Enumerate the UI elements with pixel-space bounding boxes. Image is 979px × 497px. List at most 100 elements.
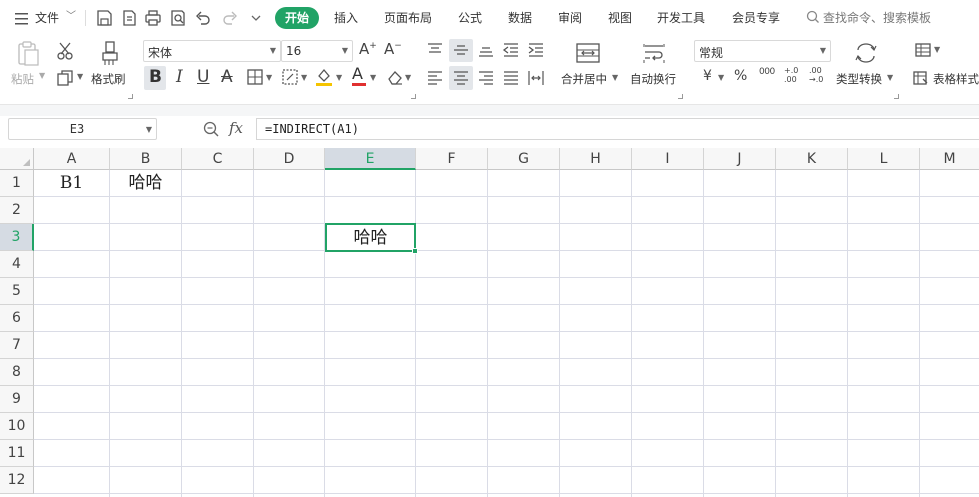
strikethrough-button[interactable]: A (221, 67, 233, 87)
bold-button[interactable]: B (149, 67, 162, 87)
clear-format-icon[interactable] (386, 68, 404, 89)
row-header-9[interactable]: 9 (0, 386, 34, 413)
format-painter-label[interactable]: 格式刷 (91, 71, 126, 87)
wrap-text-icon[interactable] (642, 42, 666, 67)
column-header-e[interactable]: E (325, 148, 416, 170)
merge-center-label[interactable]: 合并居中 (561, 71, 607, 87)
column-header-l[interactable]: L (848, 148, 920, 170)
column-header-h[interactable]: H (560, 148, 632, 170)
align-left-icon[interactable] (426, 70, 444, 89)
chevron-down-icon[interactable]: ▼ (266, 73, 272, 82)
column-header-m[interactable]: M (920, 148, 979, 170)
paste-icon[interactable] (15, 40, 41, 71)
chevron-down-icon[interactable]: ▼ (77, 72, 83, 81)
tab-member[interactable]: 会员专享 (732, 9, 780, 27)
percent-button[interactable]: % (734, 68, 747, 84)
chevron-down-icon[interactable]: ▼ (934, 45, 940, 54)
row-header-4[interactable]: 4 (0, 251, 34, 278)
zoom-search-icon[interactable] (202, 120, 220, 141)
chevron-down-icon[interactable]: ▼ (405, 73, 411, 82)
italic-button[interactable]: I (176, 67, 183, 87)
number-dialog-launcher[interactable] (894, 94, 899, 99)
column-header-a[interactable]: A (34, 148, 110, 170)
shrink-font-icon[interactable]: A− (384, 40, 404, 60)
cell-a1[interactable]: B1 (34, 170, 109, 197)
table-style-icon[interactable] (913, 70, 929, 89)
row-header-2[interactable]: 2 (0, 197, 34, 224)
chevron-down-icon[interactable]: ▼ (336, 73, 342, 82)
clipboard-dialog-launcher[interactable] (128, 94, 133, 99)
increase-decimal-button[interactable]: +.0 .00 (784, 66, 804, 84)
chevron-down-icon[interactable]: ▼ (718, 73, 724, 82)
copy-icon[interactable] (56, 69, 74, 90)
font-color-button[interactable]: A (352, 66, 366, 86)
print-icon[interactable] (143, 8, 163, 28)
column-header-f[interactable]: F (416, 148, 488, 170)
table-style-label[interactable]: 表格样式 (933, 71, 979, 87)
column-header-d[interactable]: D (254, 148, 325, 170)
chevron-down-icon[interactable]: ▼ (612, 73, 618, 82)
row-header-3[interactable]: 3 (0, 224, 34, 251)
undo-icon[interactable] (193, 8, 213, 28)
align-middle-icon[interactable] (452, 42, 470, 61)
type-convert-label[interactable]: 类型转换 (836, 71, 882, 87)
row-header-5[interactable]: 5 (0, 278, 34, 305)
tab-review[interactable]: 审阅 (558, 9, 582, 27)
insert-function-button[interactable]: fx (229, 119, 243, 137)
conditional-format-icon[interactable] (914, 42, 932, 61)
more-quick-actions-icon[interactable] (246, 8, 261, 28)
cell-b1[interactable]: 哈哈 (110, 170, 181, 197)
name-box[interactable]: E3 ▼ (8, 118, 157, 140)
column-header-g[interactable]: G (488, 148, 560, 170)
increase-indent-icon[interactable] (527, 42, 545, 61)
justify-icon[interactable] (502, 70, 520, 89)
tab-data[interactable]: 数据 (508, 9, 532, 27)
thousands-separator-button[interactable]: 000 (759, 67, 775, 77)
wrap-text-label[interactable]: 自动换行 (630, 71, 676, 87)
column-header-i[interactable]: I (632, 148, 704, 170)
row-header-11[interactable]: 11 (0, 440, 34, 467)
underline-button[interactable]: U (197, 67, 209, 87)
column-header-b[interactable]: B (110, 148, 182, 170)
fill-pattern-icon[interactable] (281, 68, 299, 89)
grow-font-icon[interactable]: A+ (359, 40, 379, 60)
active-cell-selection[interactable] (325, 223, 418, 254)
export-pdf-icon[interactable] (119, 8, 139, 28)
fill-color-icon[interactable] (315, 67, 333, 90)
tab-home[interactable]: 开始 (275, 7, 319, 29)
font-size-select[interactable]: 16 ▼ (281, 40, 353, 62)
print-preview-icon[interactable] (168, 8, 188, 28)
formula-input[interactable]: =INDIRECT(A1) (256, 118, 979, 140)
row-header-6[interactable]: 6 (0, 305, 34, 332)
column-header-j[interactable]: J (704, 148, 776, 170)
type-convert-icon[interactable] (854, 42, 878, 67)
select-all-corner[interactable] (0, 148, 34, 170)
tab-developer[interactable]: 开发工具 (657, 9, 705, 27)
column-header-k[interactable]: K (776, 148, 848, 170)
font-name-select[interactable]: 宋体 ▼ (143, 40, 281, 62)
save-icon[interactable] (94, 8, 114, 28)
cut-icon[interactable] (56, 41, 74, 64)
row-header-10[interactable]: 10 (0, 413, 34, 440)
number-format-select[interactable]: 常规 ▼ (694, 40, 831, 62)
row-header-1[interactable]: 1 (0, 170, 34, 197)
tab-formulas[interactable]: 公式 (458, 9, 482, 27)
align-top-icon[interactable] (426, 42, 444, 61)
tab-page-layout[interactable]: 页面布局 (384, 9, 432, 27)
font-dialog-launcher[interactable] (411, 94, 416, 99)
alignment-dialog-launcher[interactable] (678, 94, 683, 99)
command-search[interactable]: 查找命令、搜索模板 (806, 8, 976, 28)
merge-center-icon[interactable] (575, 42, 601, 67)
format-painter-icon[interactable] (100, 40, 120, 71)
chevron-down-icon[interactable]: ▼ (301, 73, 307, 82)
align-right-icon[interactable] (477, 70, 495, 89)
row-header-7[interactable]: 7 (0, 332, 34, 359)
borders-icon[interactable] (246, 68, 264, 89)
fill-handle[interactable] (412, 248, 418, 254)
row-header-8[interactable]: 8 (0, 359, 34, 386)
decrease-decimal-button[interactable]: .00 →.0 (809, 66, 829, 84)
align-bottom-icon[interactable] (477, 42, 495, 61)
spreadsheet-grid[interactable]: A B C D E F G H I J K L M 1 2 3 4 5 6 7 … (0, 148, 979, 497)
column-header-c[interactable]: C (182, 148, 254, 170)
align-center-icon[interactable] (452, 70, 470, 89)
